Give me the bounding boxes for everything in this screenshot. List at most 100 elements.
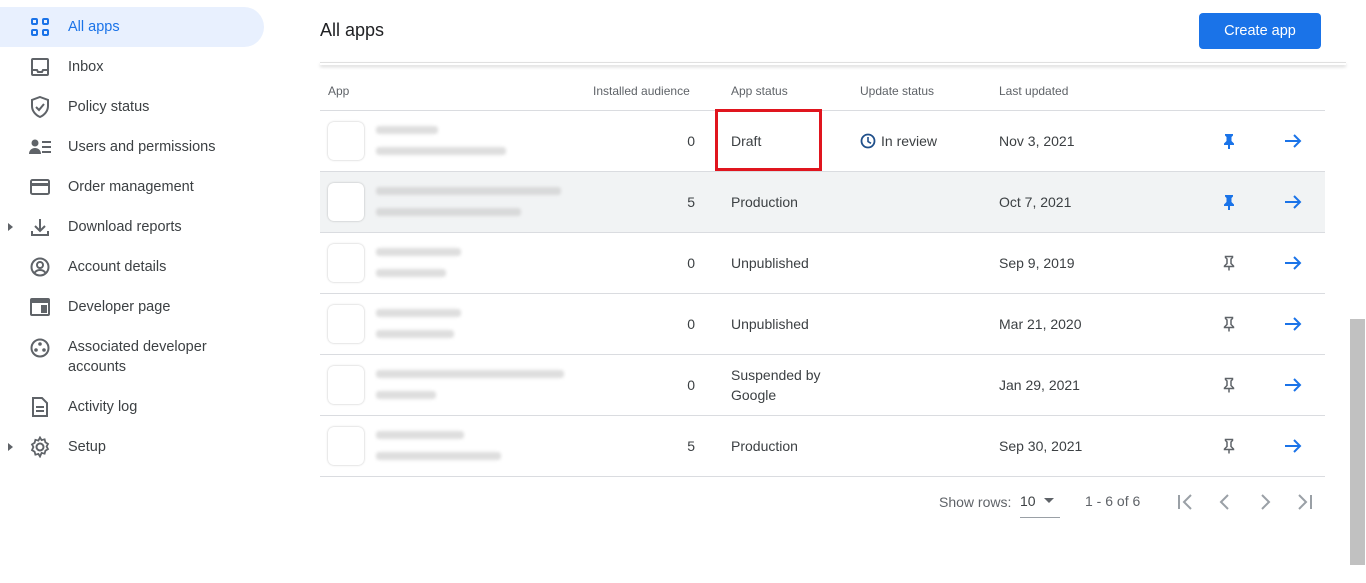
app-status: Unpublished [731,255,809,271]
redacted-package-name [376,269,446,277]
app-icon [328,427,364,465]
column-header-installed-audience[interactable]: Installed audience [593,84,690,98]
last-updated: Nov 3, 2021 [999,133,1075,149]
arrow-right-icon[interactable] [1282,252,1304,274]
app-icon [328,366,364,404]
apps-grid-icon [28,15,52,39]
sidebar-item-label: Account details [68,259,167,275]
sidebar-nav: All apps Inbox Policy status Users and p… [0,0,272,583]
pagination-bar: Show rows: 10 1 - 6 of 6 [320,488,1325,518]
web-page-icon [28,295,52,319]
expand-caret-icon[interactable] [8,223,13,231]
header-divider [320,62,1346,65]
show-rows-label: Show rows: [939,494,1012,510]
redacted-package-name [376,147,506,155]
page-range: 1 - 6 of 6 [1085,493,1141,509]
redacted-package-name [376,208,521,216]
column-header-app[interactable]: App [328,84,349,98]
redacted-app-name [376,126,438,134]
sidebar-item-download-reports[interactable]: Download reports [0,207,264,247]
pin-outline-icon[interactable] [1221,316,1237,332]
last-updated: Jan 29, 2021 [999,377,1080,393]
pin-filled-icon[interactable] [1221,133,1237,149]
shield-check-icon [28,95,52,119]
linked-accounts-icon [28,336,52,360]
scrollbar-thumb[interactable] [1350,319,1365,565]
sidebar-item-label: All apps [68,19,120,35]
last-page-icon[interactable] [1293,490,1317,514]
pin-outline-icon[interactable] [1221,255,1237,271]
download-icon [28,215,52,239]
table-row[interactable]: 0 Suspended by Google Jan 29, 2021 [320,355,1325,416]
installed-audience: 0 [687,133,695,149]
main-content: All apps Create app App Installed audien… [320,0,1346,583]
expand-caret-icon[interactable] [8,443,13,451]
sidebar-item-policy-status[interactable]: Policy status [0,87,264,127]
app-status: Draft [731,133,762,149]
arrow-right-icon[interactable] [1282,374,1304,396]
pin-outline-icon[interactable] [1221,377,1237,393]
app-status: Production [731,438,798,454]
redacted-package-name [376,330,454,338]
sidebar-item-inbox[interactable]: Inbox [0,47,264,87]
pin-filled-icon[interactable] [1221,194,1237,210]
update-status: In review [860,133,937,149]
sidebar-item-all-apps[interactable]: All apps [0,7,264,47]
sidebar-item-developer-page[interactable]: Developer page [0,287,264,327]
table-row[interactable]: 0 Unpublished Sep 9, 2019 [320,233,1325,294]
sidebar-item-order-management[interactable]: Order management [0,167,264,207]
sidebar-item-account-details[interactable]: Account details [0,247,264,287]
pin-outline-icon[interactable] [1221,438,1237,454]
gear-icon [28,435,52,459]
redacted-app-name [376,309,461,317]
redacted-app-name [376,370,564,378]
app-status: Production [731,194,798,210]
first-page-icon[interactable] [1173,490,1197,514]
installed-audience: 5 [687,438,695,454]
table-row[interactable]: 0 Draft In review Nov 3, 2021 [320,109,1325,172]
sidebar-item-activity-log[interactable]: Activity log [0,387,264,427]
app-status: Suspended by Google [731,367,821,403]
installed-audience: 0 [687,377,695,393]
sidebar-item-label: Download reports [68,219,182,235]
installed-audience: 5 [687,194,695,210]
next-page-icon[interactable] [1253,490,1277,514]
table-row[interactable]: 5 Production Oct 7, 2021 [320,172,1325,233]
redacted-package-name [376,391,436,399]
users-icon [28,135,52,159]
column-header-last-updated[interactable]: Last updated [999,84,1068,98]
clock-icon [860,133,876,149]
table-row[interactable]: 0 Unpublished Mar 21, 2020 [320,294,1325,355]
last-updated: Sep 9, 2019 [999,255,1075,271]
sidebar-item-users-permissions[interactable]: Users and permissions [0,127,264,167]
sidebar-item-label: Developer page [68,299,171,315]
sidebar-item-setup[interactable]: Setup [0,427,264,467]
last-updated: Mar 21, 2020 [999,316,1082,332]
last-updated: Sep 30, 2021 [999,438,1083,454]
page-title: All apps [320,20,385,40]
arrow-right-icon[interactable] [1282,130,1304,152]
previous-page-icon[interactable] [1213,490,1237,514]
create-app-button[interactable]: Create app [1199,13,1321,49]
table-row[interactable]: 5 Production Sep 30, 2021 [320,416,1325,477]
app-icon [328,122,364,160]
column-header-update-status[interactable]: Update status [860,84,934,98]
arrow-right-icon[interactable] [1282,191,1304,213]
update-status-label: In review [881,133,938,149]
sidebar-item-associated-accounts[interactable]: Associated developer accounts [0,331,264,383]
arrow-right-icon[interactable] [1282,435,1304,457]
installed-audience: 0 [687,255,695,271]
column-header-app-status[interactable]: App status [731,84,788,98]
app-icon [328,244,364,282]
sidebar-item-label: Associated developer accounts [68,339,207,375]
rows-per-page-value: 10 [1020,493,1036,509]
installed-audience: 0 [687,316,695,332]
document-icon [28,395,52,419]
redacted-app-name [376,187,561,195]
sidebar-item-label: Activity log [68,399,138,415]
rows-per-page-select[interactable]: 10 [1020,488,1060,518]
sidebar-item-label: Users and permissions [68,139,216,155]
redacted-package-name [376,452,501,460]
arrow-right-icon[interactable] [1282,313,1304,335]
apps-table: App Installed audience App status Update… [320,72,1325,477]
